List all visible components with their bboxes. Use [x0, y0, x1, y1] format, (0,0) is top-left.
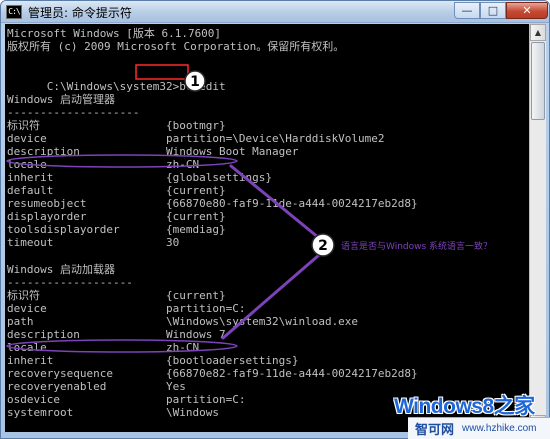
- window-controls: — □ ✕: [454, 2, 548, 19]
- entry-key: recoveryenabled: [7, 380, 107, 393]
- entry-value: zh-CN: [166, 158, 200, 171]
- entry-value: {current}: [166, 289, 226, 302]
- entry-value: \Windows: [166, 406, 219, 419]
- entry-key: locale: [7, 158, 47, 171]
- entry-value: {bootmgr}: [166, 119, 226, 132]
- entry-key: 标识符: [7, 289, 40, 302]
- entry-key: device: [7, 132, 47, 145]
- minimize-button[interactable]: —: [454, 2, 480, 19]
- entry-key: timeout: [7, 236, 54, 249]
- entry-key: osdevice: [7, 393, 60, 406]
- console-line: Microsoft Windows [版本 6.1.7600]: [7, 27, 222, 40]
- entry-key: description: [7, 328, 80, 341]
- entry-key: recoverysequence: [7, 367, 113, 380]
- entry-value: 30: [166, 236, 180, 249]
- watermark-main: Windows8之家: [394, 395, 535, 418]
- entry-key: default: [7, 184, 54, 197]
- section-separator: --------------------: [7, 106, 140, 119]
- entry-value: zh-CN: [166, 341, 200, 354]
- command-text: bcdedit: [179, 80, 226, 93]
- prompt-path: C:\Windows\system32>: [46, 80, 180, 93]
- scroll-thumb[interactable]: [531, 42, 545, 120]
- entry-key: locale: [7, 341, 47, 354]
- command-prompt-window: C:\ 管理员: 命令提示符 — □ ✕ Microsoft Windows […: [0, 0, 550, 439]
- command-prompt-icon: C:\: [6, 5, 22, 19]
- entry-value: partition=\Device\HarddiskVolume2: [166, 132, 385, 145]
- watermark-url: www.hzhike.com: [462, 423, 537, 434]
- entry-value: {current}: [166, 184, 226, 197]
- maximize-button[interactable]: □: [480, 2, 506, 19]
- section-separator: -------------------: [7, 276, 133, 289]
- entry-key: resumeobject: [7, 197, 87, 210]
- entry-key: displayorder: [7, 210, 87, 223]
- entry-key: inherit: [7, 171, 54, 184]
- entry-key: 标识符: [7, 119, 40, 132]
- entry-key: description: [7, 145, 80, 158]
- watermark-strip: 智可网 www.hzhike.com: [408, 417, 550, 439]
- command-prompt-line: C:\Windows\system32>bcdedit: [7, 67, 226, 93]
- watermark-site-name: 智可网: [415, 423, 455, 438]
- entry-value: Windows 7: [166, 328, 226, 341]
- title-bar[interactable]: C:\ 管理员: 命令提示符 — □ ✕: [1, 1, 549, 23]
- scroll-up-arrow-icon[interactable]: ▲: [530, 24, 546, 41]
- entry-value: {66870e82-faf9-11de-a444-0024217eb2d8}: [166, 367, 418, 380]
- entry-key: toolsdisplayorder: [7, 223, 120, 236]
- boot-loader-heading: Windows 启动加载器: [7, 263, 115, 276]
- entry-value: partition=C:: [166, 302, 246, 315]
- entry-key: device: [7, 302, 47, 315]
- console-output[interactable]: Microsoft Windows [版本 6.1.7600] 版权所有 (c)…: [5, 24, 529, 432]
- entry-value: {bootloadersettings}: [166, 354, 299, 367]
- entry-value: {current}: [166, 210, 226, 223]
- boot-manager-heading: Windows 启动管理器: [7, 93, 115, 106]
- callout-text: 语言是否与Windows 系统语言一致？: [341, 242, 493, 252]
- entry-value: {66870e80-faf9-11de-a444-0024217eb2d8}: [166, 197, 418, 210]
- entry-value: {globalsettings}: [166, 171, 272, 184]
- entry-key: systemroot: [7, 406, 74, 419]
- close-button[interactable]: ✕: [506, 2, 548, 19]
- entry-value: partition=C:: [166, 393, 246, 406]
- entry-value: Windows Boot Manager: [166, 145, 299, 158]
- entry-key: inherit: [7, 354, 54, 367]
- entry-value: Yes: [166, 380, 186, 393]
- entry-value: {memdiag}: [166, 223, 226, 236]
- entry-key: path: [7, 315, 34, 328]
- entry-value: \Windows\system32\winload.exe: [166, 315, 359, 328]
- window-title: 管理员: 命令提示符: [28, 6, 132, 20]
- vertical-scrollbar[interactable]: ▲ ▼: [529, 24, 546, 432]
- console-line: 版权所有 (c) 2009 Microsoft Corporation。保留所有…: [7, 40, 345, 53]
